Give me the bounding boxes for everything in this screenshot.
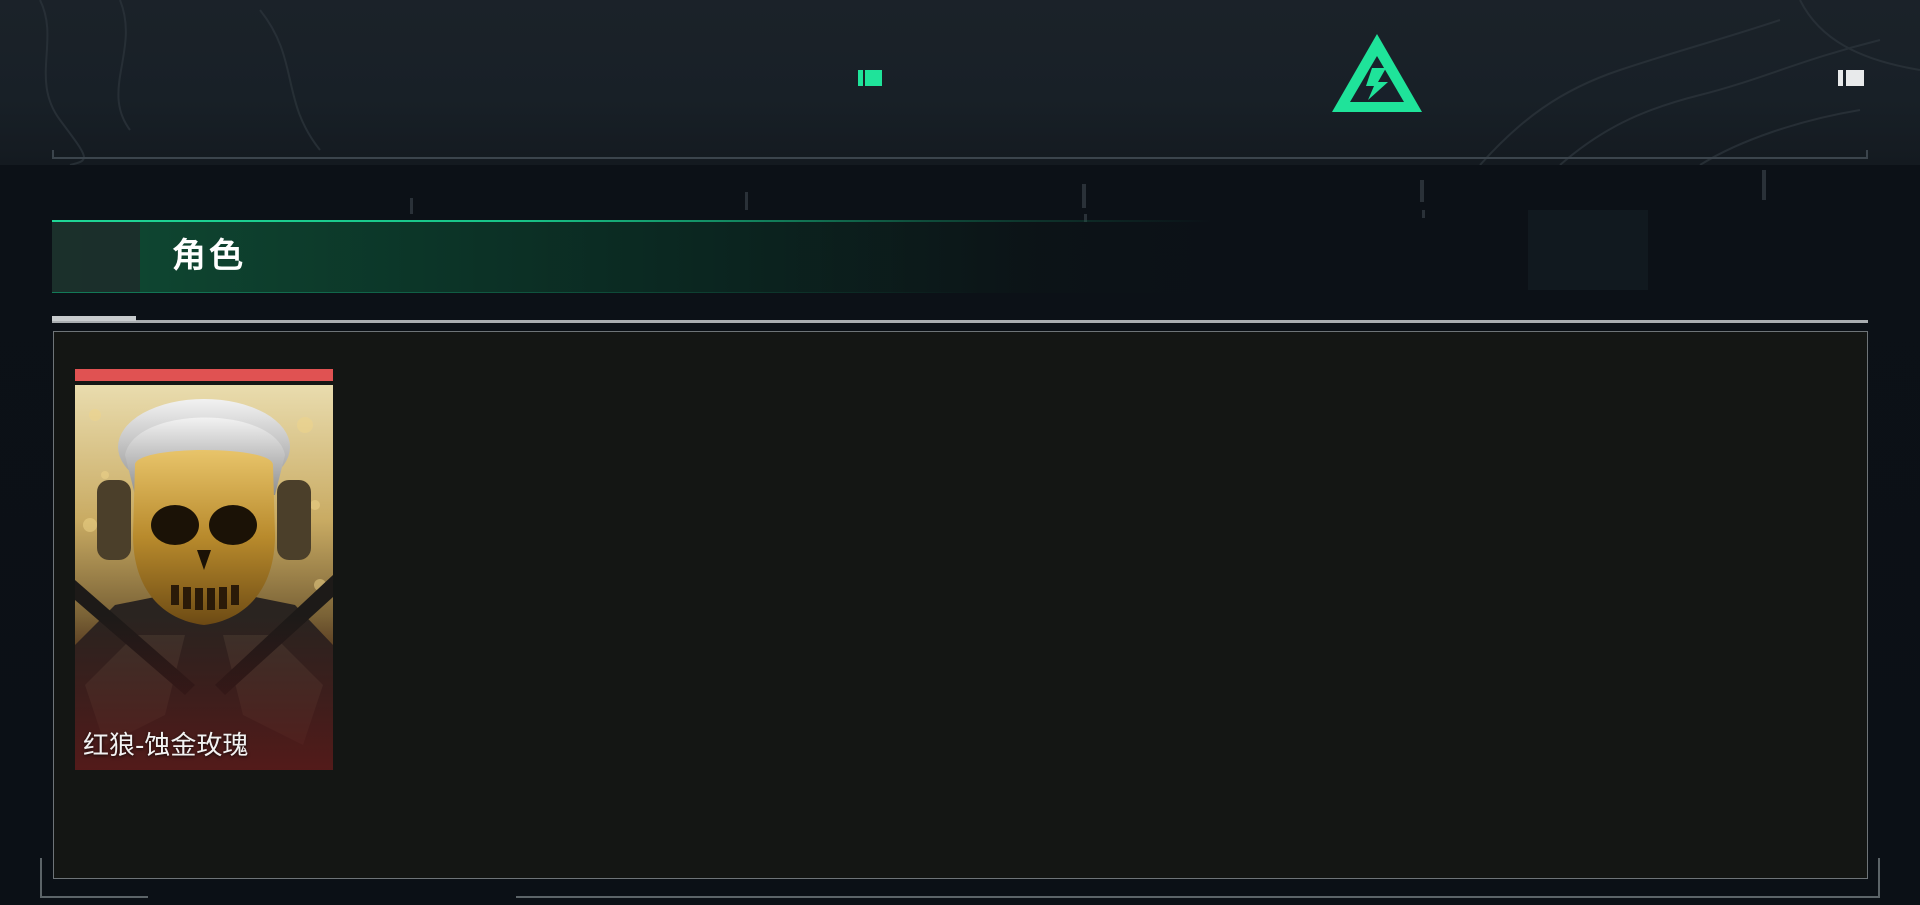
header-divider-tick	[52, 150, 54, 159]
frame-corner	[1878, 858, 1880, 898]
triangle-lightning-logo-icon	[1332, 34, 1422, 112]
tab-indicator-icon[interactable]	[1838, 70, 1864, 86]
header-divider	[52, 157, 1868, 159]
frame-bottom-line	[516, 896, 1880, 898]
rarity-bar	[75, 369, 333, 381]
inventory-screen: 角色 红狼-蚀金玫瑰	[0, 0, 1920, 905]
section-title: 角色	[172, 236, 246, 276]
top-header-band	[0, 0, 1920, 165]
character-portrait	[75, 385, 333, 770]
section-header-stub	[52, 222, 140, 292]
topographic-background	[39, 0, 1920, 165]
header-divider-tick	[1866, 150, 1868, 159]
section-header-bar: 角色	[52, 220, 1212, 293]
frame-bottom-line	[40, 896, 148, 898]
section-divider-accent	[52, 316, 136, 321]
section-divider	[52, 320, 1868, 323]
character-name: 红狼-蚀金玫瑰	[83, 731, 249, 761]
character-card[interactable]: 红狼-蚀金玫瑰	[75, 369, 333, 770]
decorative-panel	[1528, 210, 1648, 290]
gold-skull-mask-operator-icon	[75, 385, 333, 770]
tab-indicator-icon[interactable]	[858, 70, 882, 86]
frame-corner	[40, 858, 42, 898]
